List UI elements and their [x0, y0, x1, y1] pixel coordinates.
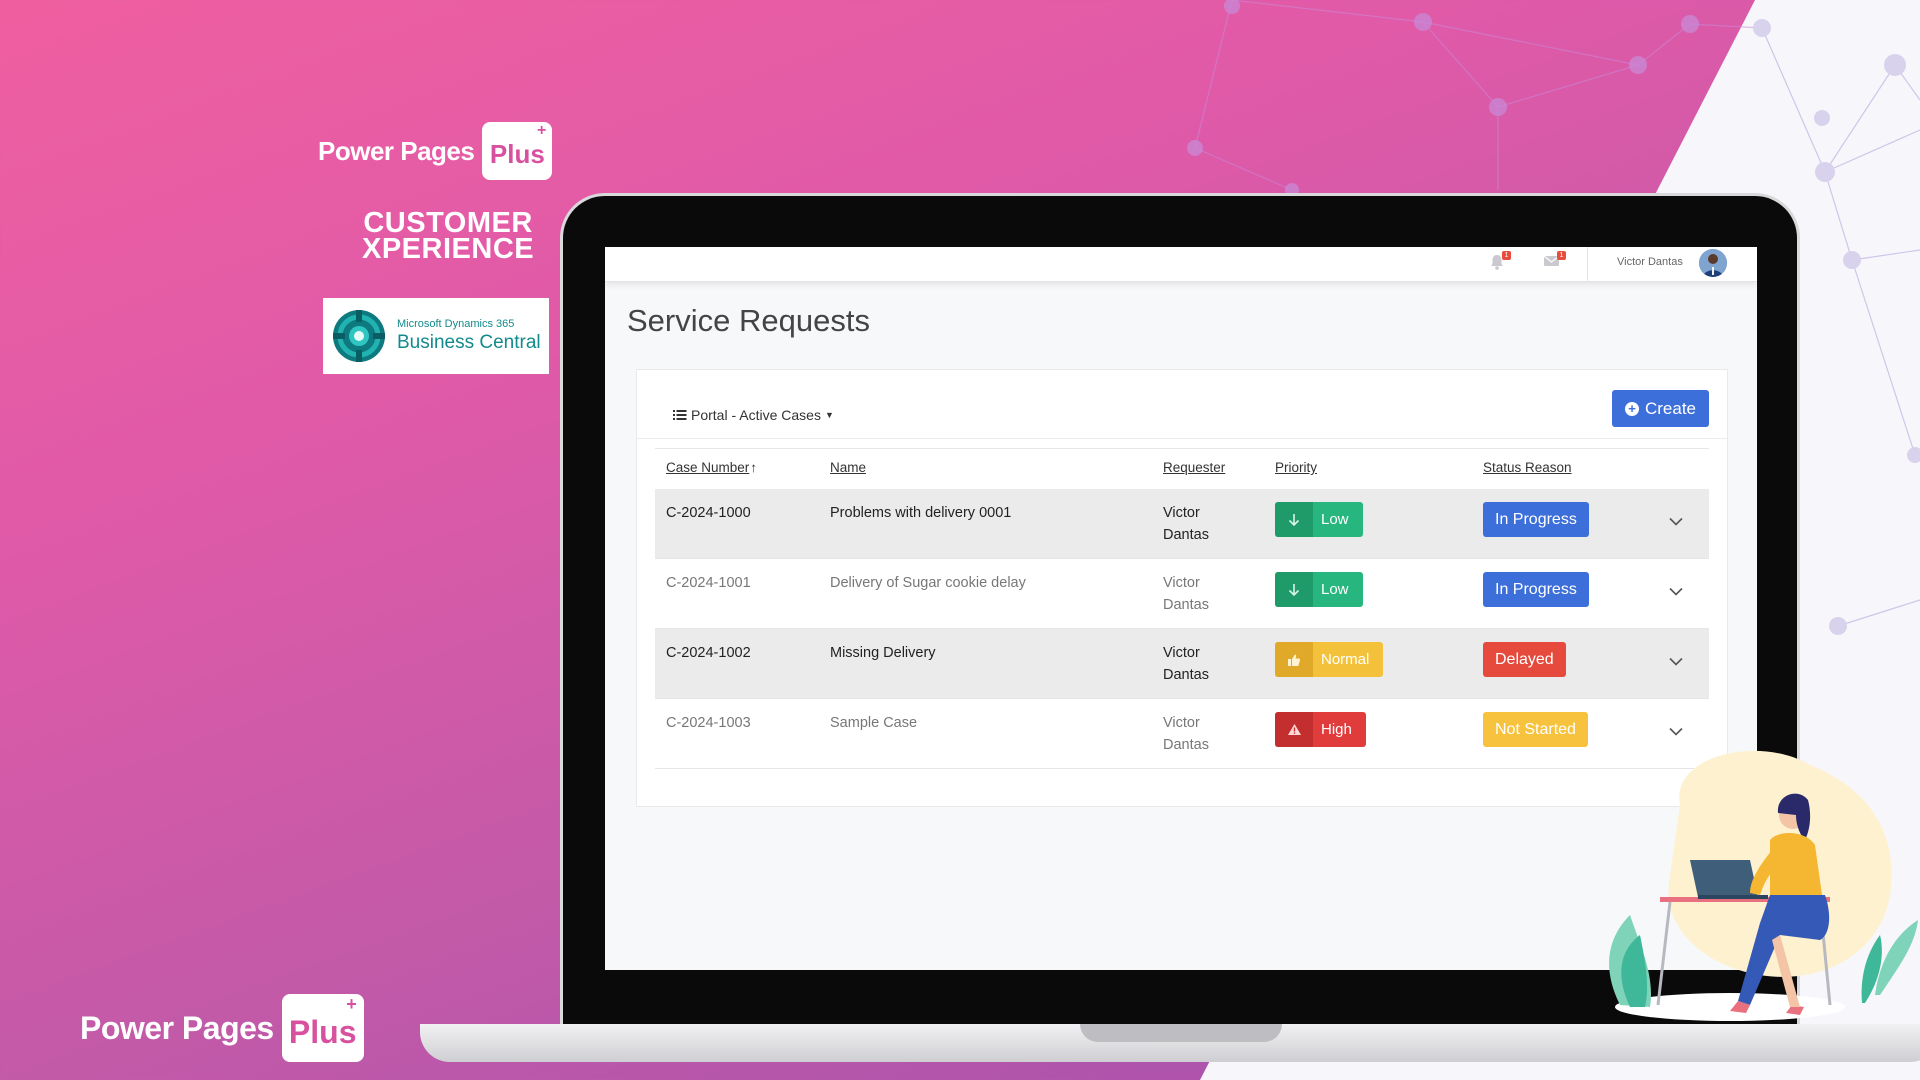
requester-last: Dantas: [1163, 597, 1209, 613]
create-button-label: Create: [1644, 398, 1697, 418]
view-selector[interactable]: Portal - Active Cases ▼: [673, 407, 834, 423]
case-name-cell[interactable]: Problems with delivery 0001: [830, 502, 1011, 524]
priority-label: Low: [1321, 581, 1349, 598]
topbar-separator: [1587, 247, 1588, 281]
portal-screen: 1 1 Victor Dantas Service Requests Porta…: [605, 247, 1757, 970]
requester-cell: Victor Dantas: [1163, 572, 1209, 616]
notifications-button[interactable]: 1: [1489, 251, 1511, 276]
brand-plus-badge: + Plus: [281, 994, 364, 1062]
brand-logo-top: Power Pages + Plus: [318, 122, 553, 180]
avatar[interactable]: [1699, 249, 1727, 277]
notifications-badge: 1: [1502, 251, 1511, 260]
page-title: Service Requests: [627, 303, 870, 338]
requester-first: Victor: [1163, 505, 1200, 521]
column-header-name[interactable]: Name: [830, 460, 866, 475]
priority-label: Normal: [1321, 651, 1370, 668]
priority-badge: High: [1275, 712, 1366, 747]
user-avatar-icon: [1699, 249, 1727, 277]
tagline-line2: XPERIENCE: [362, 233, 535, 265]
business-central-logo-icon: [333, 310, 385, 362]
chevron-down-icon[interactable]: [1669, 583, 1683, 601]
view-selector-label: Portal - Active Cases: [691, 407, 821, 423]
messages-button[interactable]: 1: [1543, 251, 1566, 273]
plus-circle-icon: +: [1624, 401, 1639, 416]
column-header-requester[interactable]: Requester: [1163, 460, 1225, 475]
arrow-down-icon: [1275, 572, 1313, 607]
create-button[interactable]: + Create: [1612, 390, 1709, 427]
thumbs-up-icon: [1275, 642, 1313, 677]
priority-badge: Low: [1275, 572, 1363, 607]
business-central-card: Microsoft Dynamics 365 Business Central: [323, 298, 549, 374]
cases-table: Case Number↑ Name Requester Priority Sta…: [655, 448, 1709, 769]
brand-plus-text: Plus: [288, 1013, 357, 1050]
case-number-cell[interactable]: C-2024-1003: [666, 712, 751, 734]
caret-down-icon: ▼: [824, 410, 834, 420]
messages-badge: 1: [1557, 251, 1566, 260]
bc-product-name: Business Central: [397, 332, 541, 353]
customer-xperience-tagline: CUSTOMER XPERIENCE: [362, 209, 535, 265]
table-row[interactable]: C-2024-1003 Sample Case Victor Dantas Hi…: [655, 699, 1709, 769]
brand-power-pages-text: Power Pages: [318, 135, 475, 166]
case-number-cell[interactable]: C-2024-1000: [666, 502, 751, 524]
requester-first: Victor: [1163, 645, 1200, 661]
laptop-notch: [1080, 1024, 1282, 1042]
user-name[interactable]: Victor Dantas: [1617, 256, 1683, 268]
warning-icon: [1275, 712, 1313, 747]
column-header-case-number[interactable]: Case Number↑: [666, 460, 757, 475]
brand-plus-badge: + Plus: [482, 122, 553, 180]
table-header: Case Number↑ Name Requester Priority Sta…: [655, 448, 1709, 489]
cases-card: Portal - Active Cases ▼ + Create Case Nu…: [636, 369, 1728, 807]
portal-topbar: 1 1 Victor Dantas: [605, 247, 1757, 282]
requester-first: Victor: [1163, 575, 1200, 591]
status-badge: In Progress: [1483, 502, 1589, 537]
status-badge: Delayed: [1483, 642, 1566, 677]
list-icon: [673, 410, 687, 420]
bc-product-family: Microsoft Dynamics 365: [397, 318, 515, 330]
case-name-cell[interactable]: Delivery of Sugar cookie delay: [830, 572, 1026, 594]
requester-first: Victor: [1163, 715, 1200, 731]
requester-last: Dantas: [1163, 737, 1209, 753]
card-divider: [637, 438, 1727, 439]
priority-badge: Normal: [1275, 642, 1384, 677]
requester-cell: Victor Dantas: [1163, 502, 1209, 546]
priority-label: High: [1321, 721, 1352, 738]
column-header-case-number-label: Case Number: [666, 460, 750, 475]
requester-last: Dantas: [1163, 527, 1209, 543]
brand-plus-mark: +: [537, 122, 547, 139]
requester-last: Dantas: [1163, 667, 1209, 683]
case-number-cell[interactable]: C-2024-1001: [666, 572, 751, 594]
brand-power-pages-text: Power Pages: [80, 1009, 274, 1046]
case-name-cell[interactable]: Sample Case: [830, 712, 917, 734]
chevron-down-icon[interactable]: [1669, 513, 1683, 531]
case-number-cell[interactable]: C-2024-1002: [666, 642, 751, 664]
priority-label: Low: [1321, 511, 1349, 528]
woman-at-laptop-illustration: [1609, 750, 1918, 1021]
brand-plus-mark: +: [346, 994, 357, 1014]
chevron-down-icon[interactable]: [1669, 723, 1683, 741]
case-name-cell[interactable]: Missing Delivery: [830, 642, 936, 664]
table-row[interactable]: C-2024-1002 Missing Delivery Victor Dant…: [655, 629, 1709, 699]
brand-plus-text: Plus: [489, 138, 545, 169]
sort-ascending-icon: ↑: [750, 460, 758, 475]
brand-logo-bottom: Power Pages + Plus: [80, 994, 364, 1062]
column-header-status-reason[interactable]: Status Reason: [1483, 460, 1572, 475]
table-row[interactable]: C-2024-1001 Delivery of Sugar cookie del…: [655, 559, 1709, 629]
requester-cell: Victor Dantas: [1163, 642, 1209, 686]
column-header-priority[interactable]: Priority: [1275, 460, 1317, 475]
status-badge: In Progress: [1483, 572, 1589, 607]
requester-cell: Victor Dantas: [1163, 712, 1209, 756]
priority-badge: Low: [1275, 502, 1363, 537]
chevron-down-icon[interactable]: [1669, 653, 1683, 671]
status-badge: Not Started: [1483, 712, 1588, 747]
table-row[interactable]: C-2024-1000 Problems with delivery 0001 …: [655, 489, 1709, 559]
arrow-down-icon: [1275, 502, 1313, 537]
